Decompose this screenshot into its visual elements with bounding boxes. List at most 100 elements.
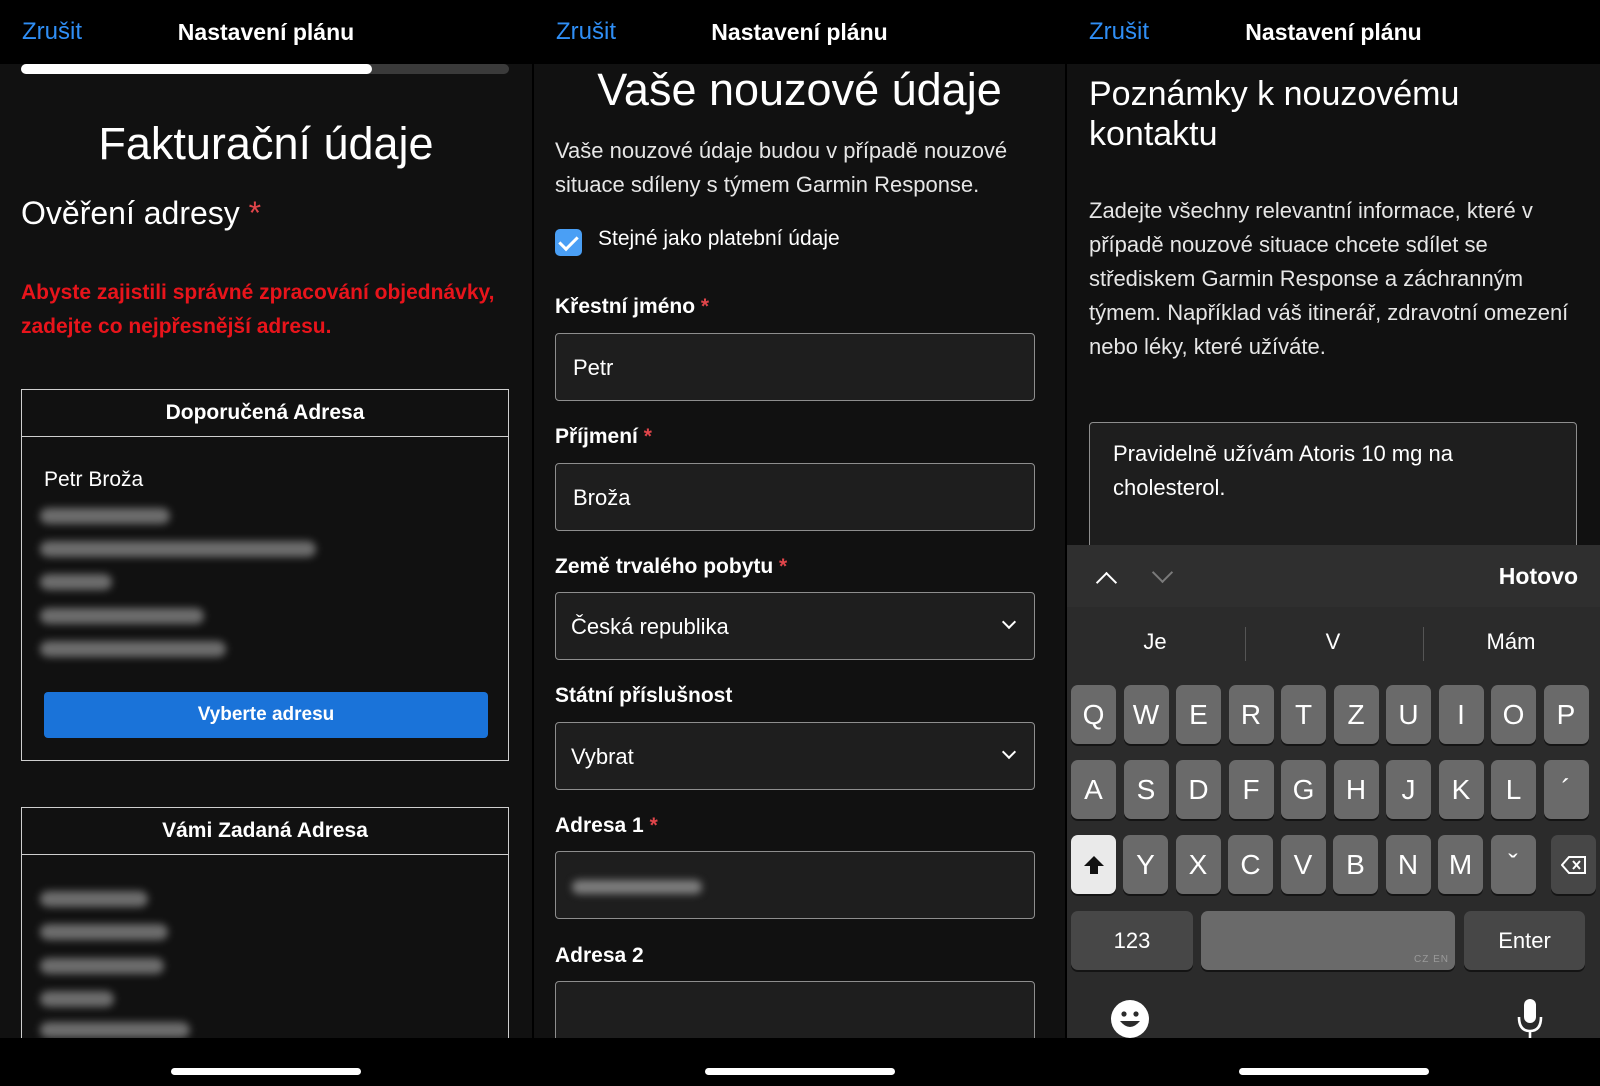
nav-title: Nastavení plánu [1245,19,1422,45]
chevron-down-icon [1001,744,1017,760]
entered-address-card: Vámi Zadaná Adresa [21,807,509,1067]
key[interactable]: P [1543,685,1589,744]
description-text: Zadejte všechny relevantní informace, kt… [1089,198,1569,359]
redacted-line [40,891,148,907]
home-bar-area [534,1038,1065,1086]
key[interactable]: N [1385,835,1431,894]
key[interactable]: ˇ [1490,835,1536,894]
key[interactable]: Q [1071,685,1116,744]
done-button[interactable]: Hotovo [1499,563,1578,590]
shift-key[interactable] [1071,835,1116,894]
page-title: Vaše nouzové údaje [597,64,1002,115]
redacted-line [40,508,170,524]
home-indicator[interactable] [171,1068,361,1075]
same-as-billing-checkbox[interactable] [555,229,582,256]
redacted-value [572,880,702,894]
enter-key[interactable]: Enter [1464,911,1585,970]
key[interactable]: W [1123,685,1169,744]
key[interactable]: M [1438,835,1483,894]
onscreen-keyboard: Hotovo Je V Mám QWERTZUIOP A S D F G H J K L ´ YX… [1067,545,1600,1086]
select-value: Česká republika [571,614,729,639]
notes-textarea[interactable]: Pravidelně užívám Atoris 10 mg na choles… [1089,422,1577,562]
key[interactable]: E [1176,685,1221,744]
key[interactable]: V [1280,835,1326,894]
warning-message: Abyste zajistili správné zpracování obje… [21,281,495,338]
key[interactable]: ´ [1543,760,1589,819]
key[interactable]: K [1438,760,1484,819]
select-address-button[interactable]: Vyberte adresu [44,692,488,738]
key[interactable]: G [1281,760,1326,819]
key[interactable]: A [1071,760,1116,819]
language-hint: CZ EN [1414,954,1449,965]
key[interactable]: Z [1333,685,1379,744]
input-value: Petr [573,355,614,380]
label-text: Adresa 1 [555,814,644,837]
home-bar-area [1067,1038,1600,1086]
progress-bar [21,64,509,74]
key[interactable]: T [1281,685,1326,744]
key[interactable]: C [1228,835,1273,894]
keyboard-toolbar: Hotovo [1067,545,1600,607]
select-value: Vybrat [571,744,634,769]
key[interactable]: H [1333,760,1379,819]
checkbox-label: Stejné jako platební údaje [598,227,840,250]
label-text: Země trvalého pobytu [555,555,774,578]
billing-panel: Zrušit Nastavení plánu Fakturační údaje … [0,0,532,1086]
backspace-icon [1560,855,1586,874]
required-mark: * [779,555,788,578]
required-mark: * [248,195,262,231]
home-indicator[interactable] [1238,1068,1429,1075]
suggestion-2[interactable]: V [1245,629,1421,655]
suggestion-3[interactable]: Mám [1423,629,1599,655]
key[interactable]: D [1176,760,1221,819]
card-header: Vámi Zadaná Adresa [22,808,508,855]
key[interactable]: S [1123,760,1169,819]
chevron-up-icon[interactable] [1095,571,1118,594]
last-name-input[interactable]: Broža [555,463,1035,531]
key[interactable]: J [1386,760,1431,819]
numbers-key[interactable]: 123 [1071,911,1193,970]
redacted-line [40,574,112,590]
last-name-label: Příjmení * [555,425,652,449]
first-name-input[interactable]: Petr [555,333,1035,401]
card-header: Doporučená Adresa [22,390,508,437]
progress-bar-fill [21,64,373,74]
first-name-label: Křestní jméno * [555,295,709,319]
redacted-line [40,924,168,940]
key[interactable]: I [1438,685,1484,744]
label-text: Křestní jméno [555,295,696,318]
recommended-address-card: Doporučená Adresa Petr Broža Vyberte adr… [21,389,509,761]
intro-text: Vaše nouzové údaje budou v případě nouzo… [555,138,1008,197]
section-title: Ověření adresy * [21,195,261,232]
redacted-line [40,1022,190,1038]
nationality-select[interactable]: Vybrat [555,722,1035,790]
home-indicator[interactable] [704,1068,895,1075]
key[interactable]: L [1491,760,1536,819]
address2-label: Adresa 2 [555,944,644,967]
label-text: Příjmení [555,425,638,448]
backspace-key[interactable] [1551,835,1596,894]
redacted-line [40,958,164,974]
key[interactable]: F [1228,760,1274,819]
key[interactable]: Y [1123,835,1168,894]
page-title: Fakturační údaje [98,118,434,169]
key[interactable]: U [1386,685,1431,744]
nav-bar: Zrušit Nastavení plánu [0,0,532,64]
key[interactable]: O [1491,685,1536,744]
key[interactable]: B [1333,835,1378,894]
required-mark: * [700,295,710,318]
address1-input[interactable] [555,851,1035,919]
chevron-down-icon[interactable] [1151,561,1174,584]
address1-label: Adresa 1 * [555,814,658,838]
country-select[interactable]: Česká republika [555,592,1035,660]
space-key[interactable]: CZ EN [1201,911,1455,970]
address-name: Petr Broža [44,468,144,491]
key[interactable]: R [1228,685,1274,744]
country-label: Země trvalého pobytu * [555,555,787,579]
microphone-icon[interactable] [1515,997,1545,1043]
emoji-icon[interactable] [1111,1000,1149,1038]
suggestion-1[interactable]: Je [1067,629,1243,655]
nationality-label: Státní příslušnost [555,684,733,707]
key[interactable]: X [1175,835,1221,894]
notes-value: Pravidelně užívám Atoris 10 mg na choles… [1113,441,1453,500]
